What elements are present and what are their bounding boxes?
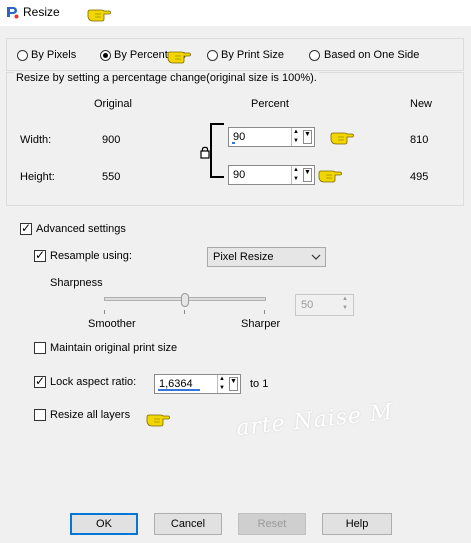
pointing-hand-icon <box>167 51 191 64</box>
radio-by-pixels-label: By Pixels <box>31 49 77 61</box>
pointing-hand-icon <box>146 414 170 427</box>
spin-down-icon: ▼ <box>342 305 348 311</box>
radio-by-pixels[interactable] <box>17 50 28 61</box>
sharpness-min-label: Smoother <box>88 318 136 330</box>
height-dropdown-arrow-icon[interactable]: ▼ <box>303 168 312 182</box>
sharpness-value: 50 <box>301 299 314 311</box>
resize-all-layers-checkbox[interactable] <box>34 409 46 421</box>
radio-by-print-size-label: By Print Size <box>221 49 284 61</box>
maintain-print-size-checkbox[interactable] <box>34 342 46 354</box>
col-new-header: New <box>410 98 433 110</box>
spin-up-icon[interactable]: ▲ <box>218 375 226 383</box>
height-percent-value: 90 <box>233 169 246 181</box>
percent-group-legend: Resize by setting a percentage change(or… <box>14 72 319 84</box>
lock-aspect-checkbox[interactable] <box>34 374 46 388</box>
resample-checkbox[interactable] <box>34 248 46 262</box>
sharpness-input: 50 ▲ ▼ <box>295 294 354 316</box>
spin-up-icon[interactable]: ▲ <box>292 128 300 136</box>
col-percent-header: Percent <box>251 98 289 110</box>
spin-down-icon[interactable]: ▼ <box>292 175 300 183</box>
help-button[interactable]: Help <box>322 513 392 535</box>
width-spinner[interactable]: ▲ ▼ <box>291 128 301 146</box>
cancel-button[interactable]: Cancel <box>154 513 222 535</box>
lock-aspect-label: Lock aspect ratio: <box>50 376 137 388</box>
pointing-hand-icon <box>330 132 354 145</box>
window-title: Resize <box>23 5 60 19</box>
resize-all-layers-label: Resize all layers <box>50 409 131 421</box>
radio-based-on-one-side-label: Based on One Side <box>324 49 420 61</box>
radio-by-percentage[interactable] <box>100 50 111 61</box>
pointing-hand-icon <box>87 9 111 22</box>
lock-icon[interactable] <box>200 146 210 159</box>
advanced-settings-label: Advanced settings <box>36 223 126 235</box>
sharpness-label: Sharpness <box>50 277 103 289</box>
aspect-lock-bracket <box>210 123 224 178</box>
slider-tick <box>264 310 265 314</box>
slider-tick <box>184 310 185 314</box>
resample-label: Resample using: <box>50 250 132 262</box>
spin-down-icon[interactable]: ▼ <box>292 137 300 145</box>
height-spinner[interactable]: ▲ ▼ <box>291 166 301 184</box>
aspect-spinner[interactable]: ▲ ▼ <box>217 375 227 393</box>
pointing-hand-icon <box>318 170 342 183</box>
reset-button: Reset <box>238 513 306 535</box>
slider-tick <box>104 310 105 314</box>
chevron-down-icon <box>311 254 321 260</box>
height-original-value: 550 <box>102 171 121 183</box>
radio-by-print-size[interactable] <box>207 50 218 61</box>
height-percent-input[interactable]: 90 ▲ ▼ ▼ <box>228 165 315 185</box>
height-label: Height: <box>20 171 55 183</box>
title-bar: Resize <box>0 0 471 26</box>
sharpness-max-label: Sharper <box>241 318 281 330</box>
resample-select[interactable]: Pixel Resize <box>207 247 326 267</box>
aspect-ratio-underline <box>158 389 200 391</box>
aspect-ratio-suffix: to 1 <box>250 378 269 390</box>
radio-based-on-one-side[interactable] <box>309 50 320 61</box>
spin-down-icon[interactable]: ▼ <box>218 384 226 392</box>
width-original-value: 900 <box>102 134 121 146</box>
aspect-dropdown-arrow-icon[interactable]: ▼ <box>229 377 238 391</box>
width-dropdown-arrow-icon[interactable]: ▼ <box>303 130 312 144</box>
resample-select-value: Pixel Resize <box>213 251 274 263</box>
sharpness-slider-thumb[interactable] <box>181 293 189 307</box>
spin-up-icon[interactable]: ▲ <box>292 166 300 174</box>
spin-up-icon: ▲ <box>342 296 348 302</box>
ok-button[interactable]: OK <box>70 513 138 535</box>
height-new-value: 495 <box>410 171 429 183</box>
width-percent-input[interactable]: 90 ▲ ▼ ▼ <box>228 127 315 147</box>
advanced-settings-checkbox[interactable] <box>20 221 32 235</box>
width-new-value: 810 <box>410 134 429 146</box>
width-percent-underline <box>232 142 235 144</box>
aspect-ratio-input[interactable]: 1,6364 ▲ ▼ ▼ <box>154 374 241 394</box>
maintain-print-size-label: Maintain original print size <box>50 342 178 354</box>
app-icon <box>5 5 19 19</box>
width-label: Width: <box>20 134 52 146</box>
col-original-header: Original <box>94 98 132 110</box>
